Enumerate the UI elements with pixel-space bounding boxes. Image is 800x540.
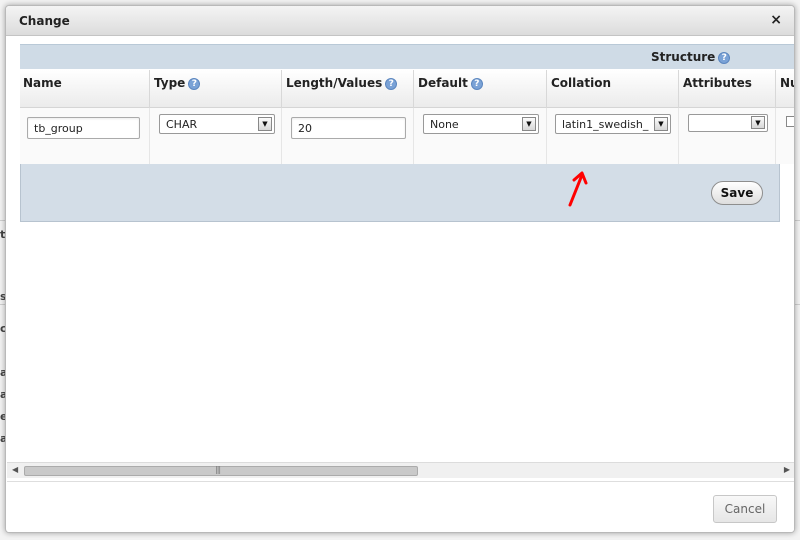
table-row: tb_group CHAR ▼ 20 None ▼ latin1_swedish… (20, 108, 794, 164)
cell-type: CHAR ▼ (151, 108, 282, 164)
attributes-select[interactable]: ▼ (688, 114, 768, 132)
field-name-input[interactable]: tb_group (27, 117, 140, 139)
cell-null (777, 108, 794, 164)
collation-select-value: latin1_swedish_ (562, 118, 649, 131)
collation-select[interactable]: latin1_swedish_ ▼ (555, 114, 671, 134)
save-button[interactable]: Save (711, 181, 763, 205)
dialog-title: Change (19, 14, 70, 28)
chevron-down-icon: ▼ (258, 117, 272, 131)
help-icon[interactable]: ? (470, 77, 483, 90)
dialog-titlebar[interactable]: Change × (6, 6, 794, 36)
help-icon[interactable]: ? (385, 77, 398, 90)
cell-length-values: 20 (283, 108, 414, 164)
type-select[interactable]: CHAR ▼ (159, 114, 275, 134)
horizontal-scrollbar[interactable]: ◀ ||| ▶ (7, 462, 794, 478)
column-header-label: Type (154, 76, 186, 90)
arrow-right-icon[interactable]: ▶ (784, 465, 790, 474)
column-header-collation: Collation (548, 70, 679, 108)
help-icon[interactable]: ? (718, 51, 731, 64)
column-header-default: Default? (415, 70, 547, 108)
cancel-button[interactable]: Cancel (713, 495, 777, 523)
column-header-type: Type? (151, 70, 282, 108)
column-header-null: Nu (777, 70, 794, 108)
column-header-label: Collation (551, 76, 612, 90)
cell-name: tb_group (20, 108, 150, 164)
type-select-value: CHAR (166, 118, 198, 131)
change-dialog: Change × Structure? Name Type? Length/Va… (5, 5, 795, 533)
dialog-footer: Cancel (7, 481, 794, 532)
column-header-label: Attributes (683, 76, 752, 90)
column-header-label: Default (418, 76, 468, 90)
default-select[interactable]: None ▼ (423, 114, 539, 134)
column-header-name: Name (20, 70, 150, 108)
column-header-label: Nu (780, 76, 794, 90)
cell-collation: latin1_swedish_ ▼ (548, 108, 679, 164)
column-header-label: Length/Values (286, 76, 383, 90)
column-header-label: Name (23, 76, 62, 90)
null-checkbox[interactable] (786, 116, 794, 127)
column-header-length-values: Length/Values? (283, 70, 414, 108)
save-panel: Save (20, 164, 780, 222)
chevron-down-icon: ▼ (522, 117, 536, 131)
structure-label: Structure? (651, 50, 731, 64)
dialog-content: Structure? Name Type? Length/Values? Def… (7, 37, 794, 467)
annotation-arrow (568, 171, 588, 207)
cell-default: None ▼ (415, 108, 547, 164)
chevron-down-icon: ▼ (654, 117, 668, 131)
grip-icon: ||| (215, 465, 221, 474)
default-select-value: None (430, 118, 459, 131)
help-icon[interactable]: ? (188, 77, 201, 90)
length-values-input[interactable]: 20 (291, 117, 406, 139)
arrow-left-icon[interactable]: ◀ (12, 465, 18, 474)
scrollbar-thumb[interactable]: ||| (24, 465, 418, 476)
cell-attributes: ▼ (680, 108, 776, 164)
table-header-row: Name Type? Length/Values? Default? Colla… (20, 70, 794, 108)
chevron-down-icon: ▼ (751, 116, 765, 129)
close-icon[interactable]: × (770, 12, 782, 28)
structure-header-bar: Structure? (20, 44, 794, 69)
column-header-attributes: Attributes (680, 70, 776, 108)
structure-label-text: Structure (651, 50, 716, 64)
